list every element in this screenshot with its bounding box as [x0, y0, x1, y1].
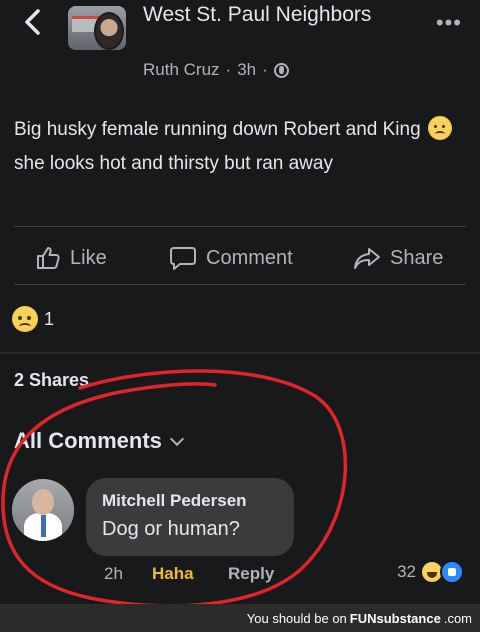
sad-face-emoji-icon	[427, 116, 452, 140]
commenter-name[interactable]: Mitchell Pedersen	[102, 488, 278, 514]
share-label: Share	[390, 246, 444, 269]
comments-filter-dropdown[interactable]: All Comments	[14, 428, 184, 454]
comment-text: Dog or human?	[102, 518, 240, 540]
reaction-count: 1	[44, 308, 55, 329]
watermark-brand: FUNsubstance	[349, 610, 441, 626]
post-meta: Ruth Cruz · 3h ·	[143, 60, 289, 80]
reply-button[interactable]: Reply	[228, 564, 274, 584]
watermark-banner: You should be on FUNsubstance .com	[0, 604, 480, 632]
meta-separator: ·	[225, 60, 232, 79]
comments-filter-label: All Comments	[14, 428, 162, 453]
back-button[interactable]	[16, 4, 52, 40]
haha-reaction-button[interactable]: Haha	[152, 564, 228, 584]
share-button[interactable]: Share	[352, 238, 443, 278]
thumbs-up-icon	[37, 247, 60, 269]
comment-reaction-summary[interactable]: 32	[397, 560, 464, 584]
group-name[interactable]: West St. Paul Neighbors	[143, 0, 373, 29]
chevron-left-icon	[25, 9, 40, 35]
shares-count[interactable]: 2 Shares	[14, 370, 89, 391]
comment-bubble: Mitchell Pedersen Dog or human?	[86, 478, 294, 556]
post-header: West St. Paul Neighbors Ruth Cruz · 3h ·…	[0, 0, 480, 92]
like-button[interactable]: Like	[34, 238, 107, 278]
comment-label: Comment	[206, 246, 293, 269]
reactions-summary[interactable]: 1	[12, 306, 54, 332]
post-text-start: Big husky female running down Robert and…	[14, 119, 426, 140]
globe-icon	[273, 62, 289, 78]
divider	[14, 226, 466, 227]
section-separator	[0, 352, 480, 354]
comment-reaction-count: 32	[397, 562, 416, 581]
sad-reaction-icon	[12, 306, 38, 332]
more-options-button[interactable]: •••	[436, 10, 462, 36]
divider	[14, 284, 466, 285]
watermark-suffix: .com	[443, 610, 472, 626]
post-text: Big husky female running down Robert and…	[14, 113, 470, 181]
post-time[interactable]: 3h	[237, 60, 256, 80]
comment-actions: 2h Haha Reply	[104, 564, 274, 584]
post-action-bar: Like Comment Share	[0, 238, 480, 278]
watermark-prefix: You should be on	[246, 610, 347, 626]
comment-time[interactable]: 2h	[104, 564, 152, 584]
share-arrow-icon	[354, 248, 380, 269]
like-badge-icon	[440, 560, 464, 584]
meta-separator: ·	[262, 60, 268, 79]
chevron-down-icon	[169, 431, 184, 447]
comment-button[interactable]: Comment	[168, 238, 293, 278]
commenter-avatar[interactable]	[12, 479, 74, 541]
comment-bubble-icon	[170, 247, 196, 270]
like-label: Like	[70, 246, 107, 269]
author-avatar[interactable]	[94, 12, 124, 50]
post-text-end: she looks hot and thirsty but ran away	[14, 153, 333, 174]
author-name[interactable]: Ruth Cruz	[143, 60, 220, 80]
